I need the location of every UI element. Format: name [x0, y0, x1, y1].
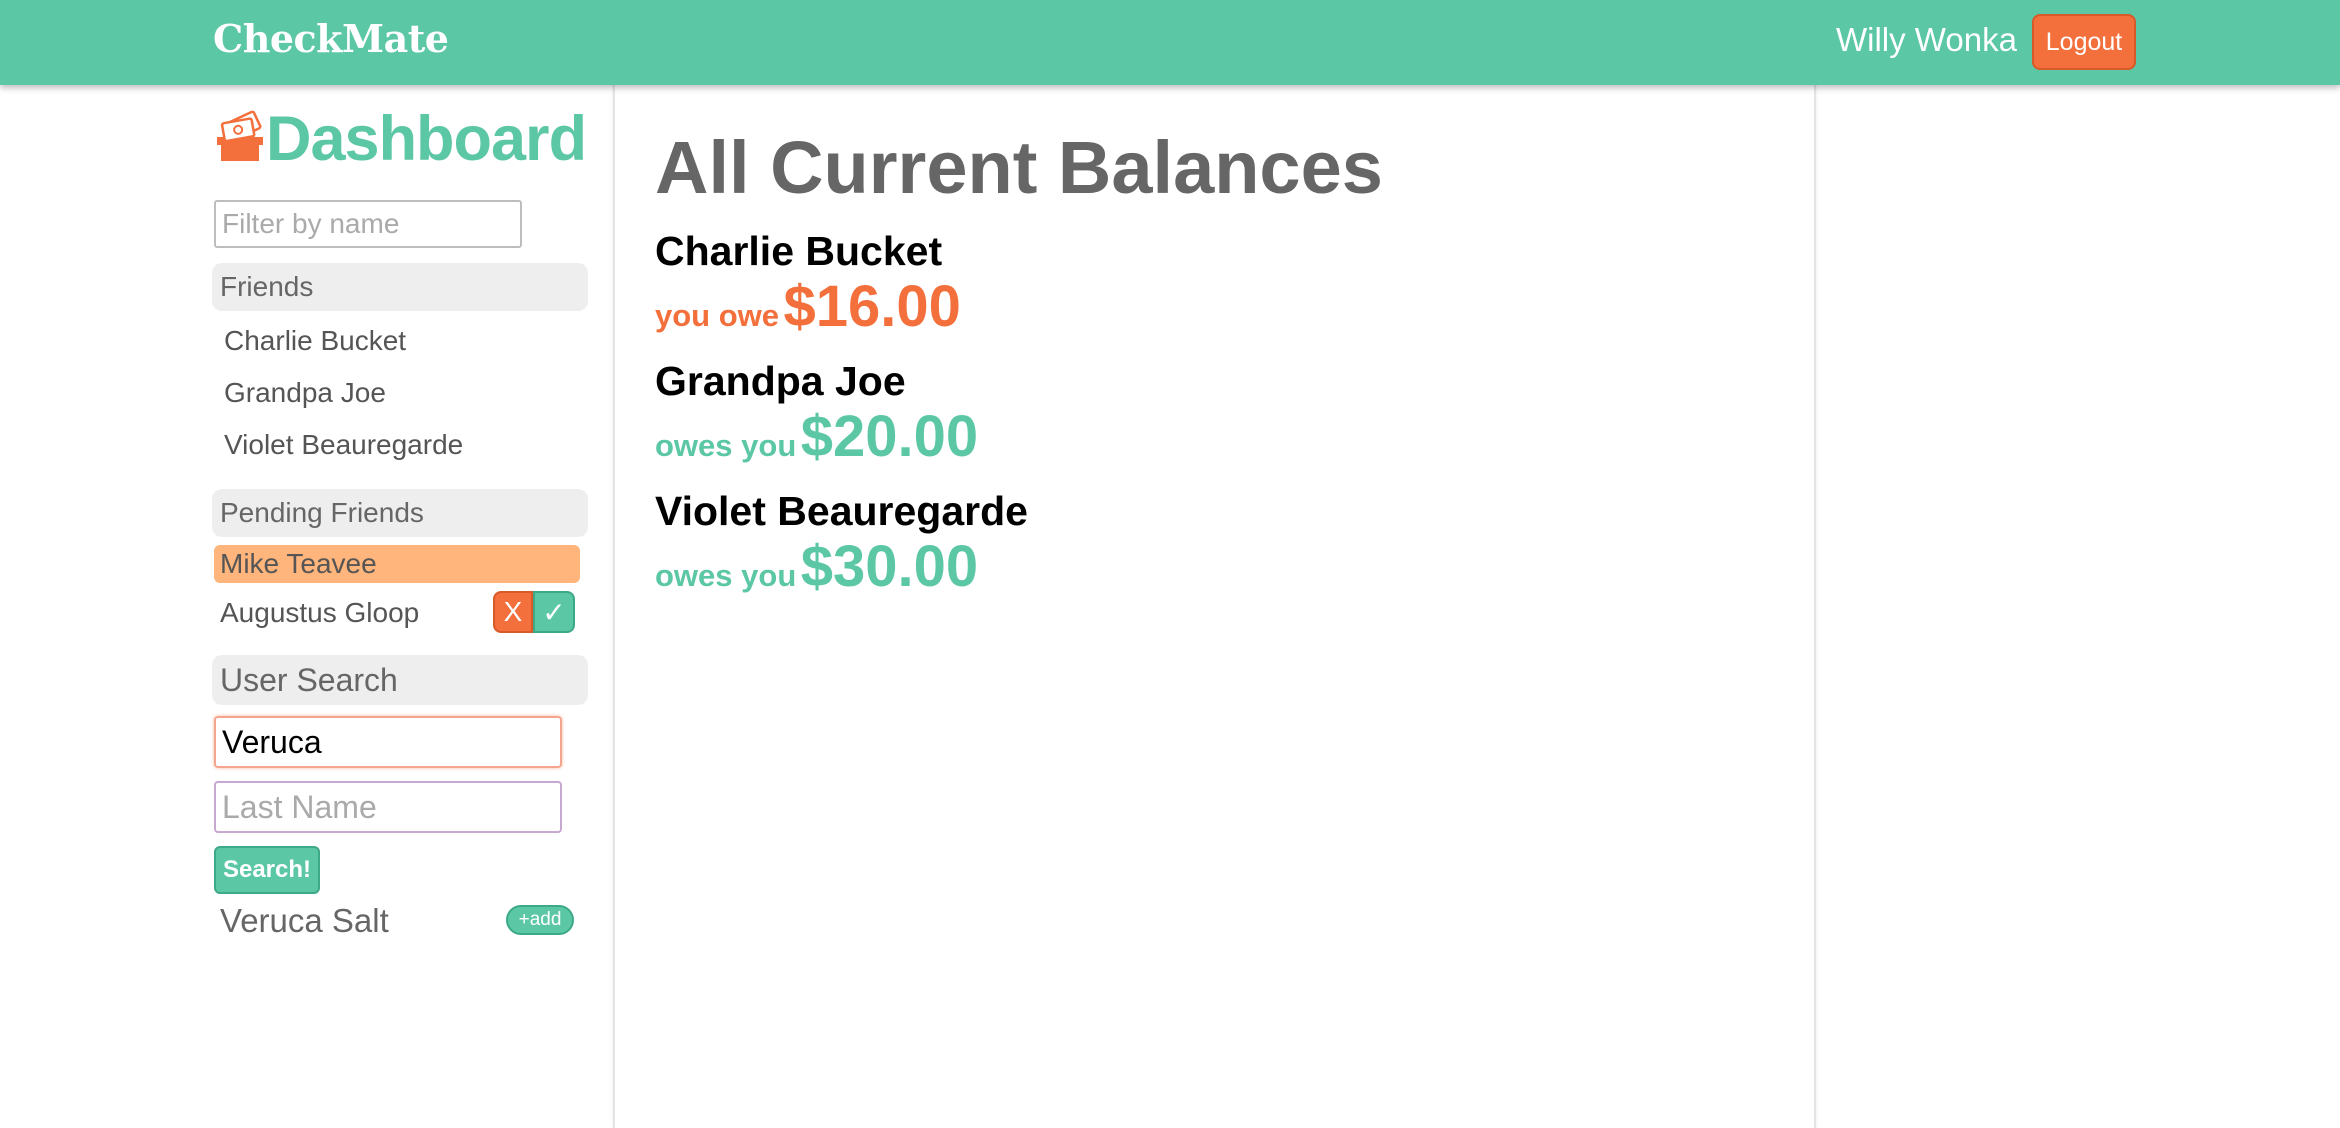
friend-item-charlie-bucket[interactable]: Charlie Bucket: [224, 325, 406, 357]
navbar: CheckMate Willy Wonka Logout: [0, 0, 2340, 85]
balance-friend-name: Charlie Bucket: [655, 228, 943, 274]
balance-item: Grandpa Joe owes you $20.00: [655, 357, 978, 484]
balance-direction-label: you owe: [655, 298, 780, 333]
balance-friend-name: Violet Beauregarde: [655, 488, 1028, 534]
balance-friend-name: Grandpa Joe: [655, 358, 906, 404]
sidebar: Dashboard Friends Charlie Bucket Grandpa…: [0, 85, 613, 1128]
friend-item-grandpa-joe[interactable]: Grandpa Joe: [224, 377, 386, 409]
brand-logo[interactable]: CheckMate: [213, 16, 449, 61]
cash-box-icon: [217, 110, 263, 161]
dashboard-title: Dashboard: [266, 104, 587, 174]
balance-amount: $30.00: [800, 534, 979, 599]
accept-request-button[interactable]: ✓: [533, 591, 575, 633]
balance-amount: $20.00: [800, 404, 979, 469]
first-name-input[interactable]: [214, 716, 562, 768]
friend-item-violet-beauregarde[interactable]: Violet Beauregarde: [224, 429, 463, 461]
balance-amount: $16.00: [783, 274, 961, 339]
friends-header: Friends: [212, 263, 588, 311]
pending-item-mike-teavee[interactable]: Mike Teavee: [214, 545, 580, 583]
balances-panel: All Current Balances Charlie Bucket you …: [613, 85, 1816, 1128]
page-title: All Current Balances: [655, 126, 1383, 209]
pending-friends-header: Pending Friends: [212, 489, 588, 537]
balance-item: Violet Beauregarde owes you $30.00: [655, 487, 1028, 614]
current-user-name: Willy Wonka: [1836, 21, 2017, 58]
search-result-name: Veruca Salt: [220, 902, 389, 939]
search-button[interactable]: Search!: [214, 846, 320, 894]
balance-item: Charlie Bucket you owe $16.00: [655, 227, 961, 354]
add-friend-button[interactable]: +add: [506, 905, 574, 935]
user-search-header: User Search: [212, 655, 588, 705]
logout-button[interactable]: Logout: [2032, 14, 2136, 70]
balance-direction-label: owes you: [655, 428, 797, 463]
pending-request-augustus-gloop: Augustus Gloop: [220, 597, 420, 628]
filter-input[interactable]: [214, 200, 522, 248]
balance-direction-label: owes you: [655, 558, 797, 593]
last-name-input[interactable]: [214, 781, 562, 833]
reject-request-button[interactable]: X: [493, 591, 533, 633]
